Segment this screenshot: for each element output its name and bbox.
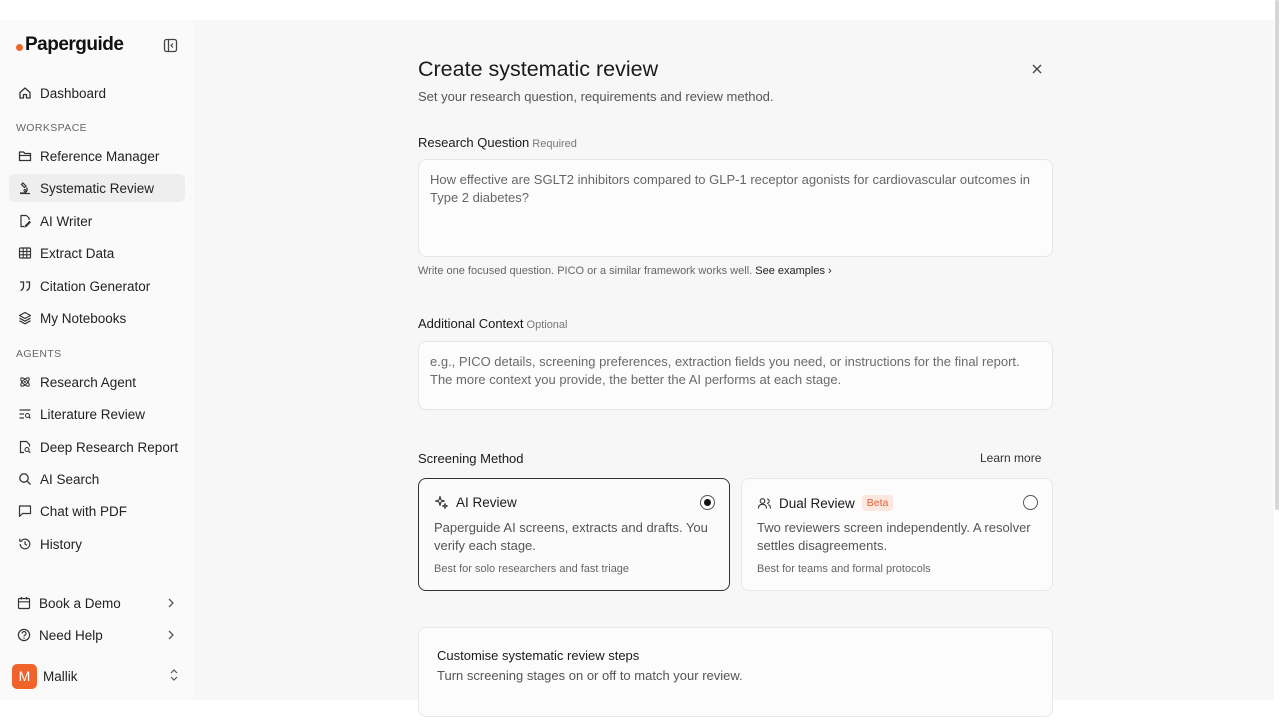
chevron-right-icon — [167, 597, 175, 609]
sidebar-item-systematic-review[interactable]: Systematic Review — [9, 174, 185, 202]
table-icon — [18, 246, 32, 260]
sidebar-item-label: Citation Generator — [40, 278, 151, 294]
sidebar-item-book-demo[interactable]: Book a Demo — [9, 589, 185, 617]
page-title: Create systematic review — [418, 57, 659, 81]
research-question-label: Research Question Required — [418, 135, 577, 150]
user-name: Mallik — [43, 668, 78, 684]
sidebar-item-label: Chat with PDF — [40, 503, 128, 519]
file-pen-icon — [18, 214, 32, 228]
user-menu[interactable]: M Mallik — [12, 663, 185, 689]
microscope-icon — [18, 181, 32, 195]
customise-steps-description: Turn screening stages on or off to match… — [437, 668, 743, 683]
screening-method-label: Screening Method — [418, 451, 524, 466]
chevron-right-icon — [167, 629, 175, 641]
sidebar-item-label: AI Search — [40, 471, 100, 487]
quote-icon — [18, 279, 32, 293]
home-icon — [18, 86, 32, 100]
research-question-input[interactable]: How effective are SGLT2 inhibitors compa… — [418, 159, 1053, 257]
required-tag: Required — [532, 138, 577, 150]
sidebar-item-research-agent[interactable]: Research Agent — [9, 368, 185, 396]
field-label-text: Additional Context — [418, 316, 524, 331]
sidebar-item-label: Need Help — [39, 627, 103, 643]
sidebar-item-chat-with-pdf[interactable]: Chat with PDF — [9, 497, 185, 525]
option-title-text: Dual Review — [779, 495, 855, 511]
sidebar: Paperguide Dashboard WORKSPACE Reference… — [0, 20, 194, 700]
sidebar-item-dashboard[interactable]: Dashboard — [9, 79, 185, 107]
option-description: Paperguide AI screens, extracts and draf… — [434, 520, 708, 553]
ai-review-radio[interactable] — [700, 495, 715, 510]
sidebar-item-ai-search[interactable]: AI Search — [9, 465, 185, 493]
sidebar-item-label: My Notebooks — [40, 310, 127, 326]
customise-steps-title: Customise systematic review steps — [437, 648, 640, 663]
list-search-icon — [18, 407, 32, 421]
sidebar-item-extract-data[interactable]: Extract Data — [9, 239, 185, 267]
sidebar-item-label: AI Writer — [40, 213, 93, 229]
sidebar-item-deep-research-report[interactable]: Deep Research Report — [9, 433, 185, 461]
close-icon[interactable] — [1030, 62, 1044, 76]
sidebar-item-label: Book a Demo — [39, 595, 121, 611]
file-search-icon — [18, 440, 32, 454]
ai-review-option[interactable]: AI Review Paperguide AI screens, extract… — [418, 478, 730, 591]
atom-icon — [18, 375, 32, 389]
research-question-hint: Write one focused question. PICO or a si… — [418, 265, 832, 277]
learn-more-link[interactable]: Learn more — [980, 451, 1041, 465]
layers-icon — [18, 311, 32, 325]
sidebar-item-label: Extract Data — [40, 245, 115, 261]
sparkles-icon — [434, 495, 449, 510]
calendar-icon — [17, 596, 31, 610]
option-footnote: Best for teams and formal protocols — [757, 563, 931, 575]
sidebar-item-my-notebooks[interactable]: My Notebooks — [9, 304, 185, 332]
dual-review-option[interactable]: Dual Review Beta Two reviewers screen in… — [741, 478, 1053, 591]
option-footnote: Best for solo researchers and fast triag… — [434, 563, 630, 575]
option-title: AI Review — [434, 495, 517, 510]
search-icon — [18, 472, 32, 486]
main-content: Create systematic review Set your resear… — [194, 20, 1274, 717]
sidebar-item-need-help[interactable]: Need Help — [9, 621, 185, 649]
dual-review-radio[interactable] — [1023, 495, 1038, 510]
paperguide-logo[interactable]: Paperguide — [16, 34, 124, 56]
sidebar-item-reference-manager[interactable]: Reference Manager — [9, 142, 185, 170]
see-examples-link[interactable]: See examples › — [755, 265, 831, 277]
sidebar-item-label: Dashboard — [40, 85, 107, 101]
see-examples-label: See examples — [755, 265, 825, 277]
sidebar-item-label: Deep Research Report — [40, 439, 179, 455]
brand-name: Paperguide — [25, 34, 124, 55]
sidebar-item-label: Research Agent — [40, 374, 137, 390]
logo-dot-icon — [16, 44, 23, 51]
sidebar-item-label: Literature Review — [40, 406, 146, 422]
history-icon — [18, 537, 32, 551]
chat-icon — [18, 504, 32, 518]
folder-icon — [18, 149, 32, 163]
sidebar-item-label: Systematic Review — [40, 180, 155, 196]
users-icon — [757, 496, 772, 511]
sidebar-item-ai-writer[interactable]: AI Writer — [9, 207, 185, 235]
option-description: Two reviewers screen independently. A re… — [757, 520, 1031, 553]
sidebar-item-label: History — [40, 536, 83, 552]
page-scrollbar[interactable] — [1274, 0, 1280, 700]
hint-text: Write one focused question. PICO or a si… — [418, 265, 753, 277]
scrollbar-thumb[interactable] — [1275, 0, 1279, 510]
additional-context-input[interactable]: e.g., PICO details, screening preference… — [418, 341, 1053, 410]
help-circle-icon — [17, 628, 31, 642]
agents-section-label: AGENTS — [16, 348, 62, 360]
beta-badge: Beta — [861, 495, 894, 511]
page-subtitle: Set your research question, requirements… — [418, 89, 774, 104]
option-title: Dual Review Beta — [757, 495, 894, 511]
sidebar-item-citation-generator[interactable]: Citation Generator — [9, 272, 185, 300]
avatar: M — [12, 663, 37, 689]
customise-steps-panel: Customise systematic review steps Turn s… — [418, 627, 1053, 717]
additional-context-label: Additional Context Optional — [418, 316, 568, 331]
optional-tag: Optional — [526, 319, 568, 331]
sidebar-item-label: Reference Manager — [40, 148, 160, 164]
sidebar-item-history[interactable]: History — [9, 530, 185, 558]
chevron-up-down-icon — [169, 668, 179, 682]
sidebar-item-literature-review[interactable]: Literature Review — [9, 400, 185, 428]
workspace-section-label: WORKSPACE — [16, 122, 88, 134]
sidebar-collapse-icon[interactable] — [163, 38, 178, 53]
option-title-text: AI Review — [456, 495, 517, 510]
field-label-text: Research Question — [418, 135, 530, 150]
